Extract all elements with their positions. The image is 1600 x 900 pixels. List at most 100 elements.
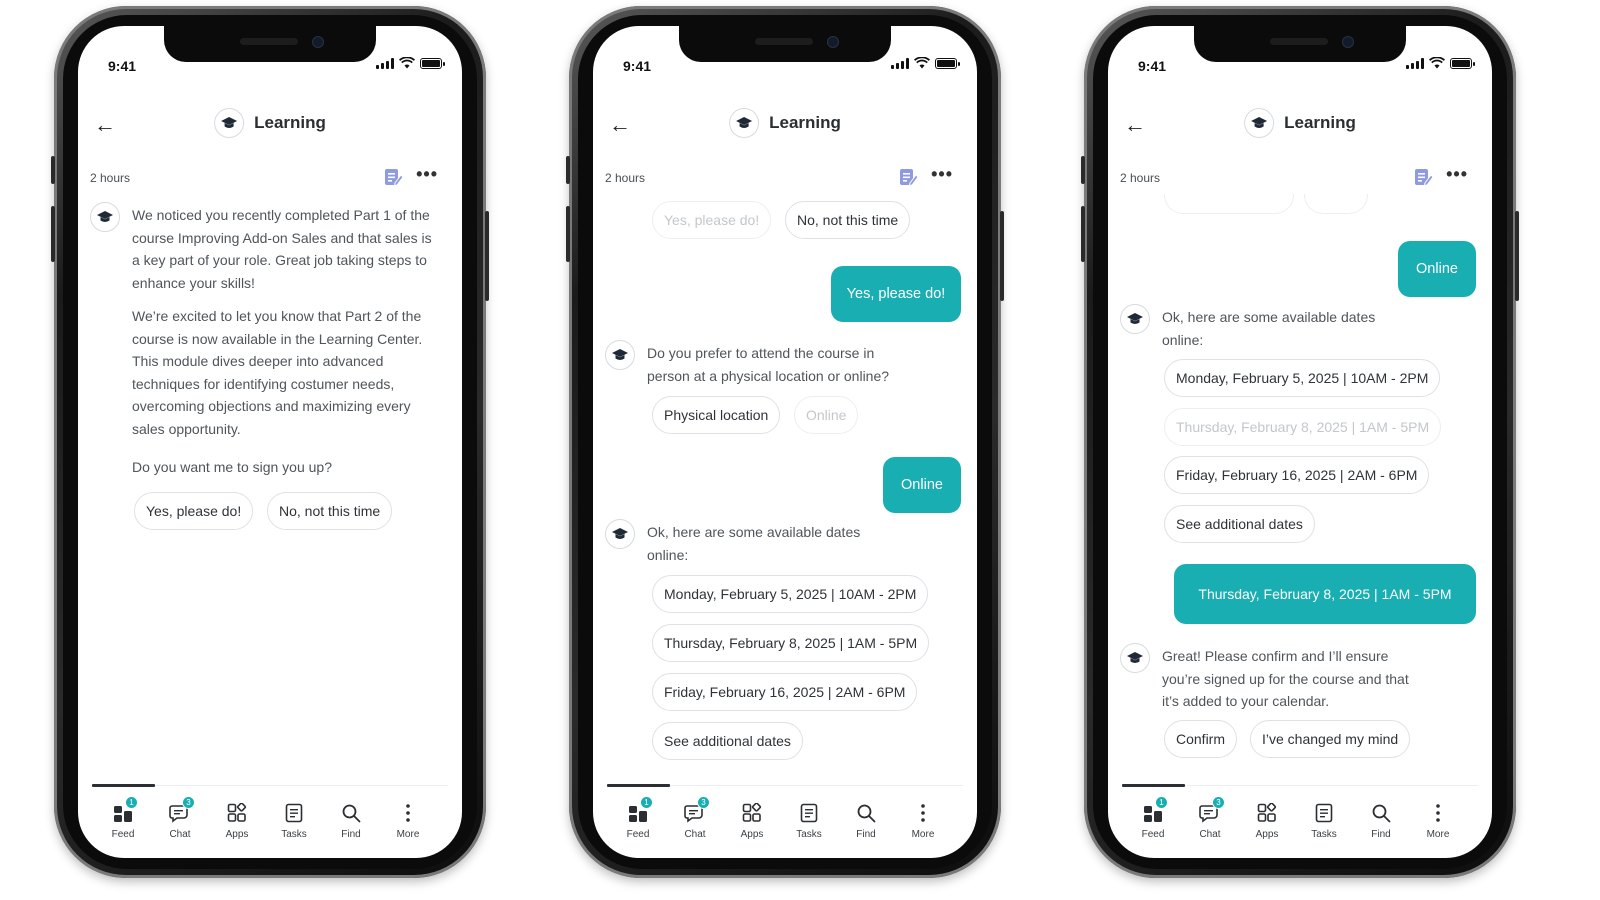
timestamp: 2 hours — [605, 171, 646, 185]
tab-find[interactable]: Find — [323, 800, 379, 840]
date-option[interactable]: Friday, February 16, 2025 | 2AM - 6PM — [652, 673, 918, 711]
tab-chat[interactable]: 3 Chat — [667, 796, 723, 840]
notes-icon[interactable] — [382, 166, 404, 188]
tab-feed[interactable]: 1 Feed — [610, 796, 666, 840]
notes-icon[interactable] — [1412, 166, 1434, 188]
user-reply-bubble: Online — [1398, 241, 1476, 297]
notification-badge: 3 — [182, 796, 195, 809]
reply-option-yes[interactable]: Yes, please do! — [134, 492, 254, 530]
status-icons — [1406, 57, 1475, 69]
side-button — [1000, 211, 1004, 301]
more-horizontal-icon[interactable]: ••• — [416, 164, 438, 185]
tab-find[interactable]: Find — [1353, 800, 1409, 840]
date-option[interactable]: Thursday, February 8, 2025 | 1AM - 5PM — [652, 624, 930, 662]
tab-label: Chat — [169, 829, 191, 840]
notes-icon[interactable] — [897, 166, 919, 188]
message-question: Do you want me to sign you up? — [132, 459, 333, 475]
tasks-icon — [285, 803, 303, 823]
message-paragraph: We noticed you recently completed Part 1… — [132, 207, 432, 291]
date-option[interactable]: Monday, February 5, 2025 | 10AM - 2PM — [652, 575, 929, 613]
date-option[interactable]: Monday, February 5, 2025 | 10AM - 2PM — [1164, 359, 1441, 397]
reply-option-yes: Yes, please do! — [652, 201, 772, 239]
tab-find[interactable]: Find — [838, 800, 894, 840]
page-title: Learning — [769, 113, 841, 132]
message-text: Ok, here are some available dates online… — [647, 524, 861, 563]
notification-badge: 1 — [125, 796, 138, 809]
tab-more[interactable]: More — [1410, 800, 1466, 840]
tab-chat[interactable]: 3 Chat — [1182, 796, 1238, 840]
bottom-tab-bar: 1 Feed 3 Chat Apps Tasks Find More — [607, 784, 963, 858]
graduation-cap-icon — [729, 108, 760, 138]
phone-3: 9:41 ← Learning 2 hours ••• Online Ok, h… — [1081, 6, 1519, 878]
tab-label: Chat — [1199, 829, 1221, 840]
tab-label: More — [1426, 829, 1450, 840]
active-tab-indicator — [607, 784, 670, 787]
tab-label: Feed — [1141, 829, 1165, 840]
status-time: 9:41 — [1138, 58, 1167, 74]
message-text: Ok, here are some available dates online… — [1162, 309, 1376, 348]
tab-label: Find — [856, 829, 876, 840]
header-title-group: Learning — [1244, 108, 1356, 138]
side-button — [51, 156, 55, 184]
reply-option-no[interactable]: No, not this time — [267, 492, 393, 530]
phone-2: 9:41 ← Learning 2 hours ••• Yes, please … — [566, 6, 1004, 878]
tab-feed[interactable]: 1 Feed — [1125, 796, 1181, 840]
tab-apps[interactable]: Apps — [724, 800, 780, 840]
active-tab-indicator — [92, 784, 155, 787]
graduation-cap-icon — [605, 519, 635, 549]
message-meta: 2 hours ••• — [1120, 164, 1472, 190]
more-vertical-icon — [406, 804, 410, 822]
tab-tasks[interactable]: Tasks — [1296, 800, 1352, 840]
tab-feed[interactable]: 1 Feed — [95, 796, 151, 840]
arrow-left-icon[interactable]: ← — [94, 114, 116, 136]
scrolled-chip — [1304, 194, 1368, 214]
confirm-button[interactable]: Confirm — [1164, 720, 1238, 758]
reply-option-no[interactable]: No, not this time — [785, 201, 911, 239]
tab-more[interactable]: More — [895, 800, 951, 840]
scrolled-chip — [1164, 194, 1294, 214]
side-button — [485, 211, 489, 301]
search-icon — [857, 804, 876, 823]
signal-icon — [891, 57, 909, 69]
screen: 9:41 ← Learning 2 hours ••• Online Ok, h… — [1108, 26, 1492, 858]
chat-header: ← Learning — [593, 108, 977, 144]
graduation-cap-icon — [214, 108, 245, 138]
user-reply-bubble: Online — [883, 457, 961, 513]
more-horizontal-icon[interactable]: ••• — [931, 164, 953, 185]
apps-icon — [742, 803, 762, 822]
date-option: Thursday, February 8, 2025 | 1AM - 5PM — [1164, 408, 1442, 446]
tab-label: Apps — [225, 829, 249, 840]
notification-badge: 1 — [640, 796, 653, 809]
battery-icon — [935, 57, 960, 69]
tab-tasks[interactable]: Tasks — [266, 800, 322, 840]
message-meta: 2 hours ••• — [90, 164, 442, 190]
status-time: 9:41 — [108, 58, 137, 74]
arrow-left-icon[interactable]: ← — [609, 114, 631, 136]
arrow-left-icon[interactable]: ← — [1124, 114, 1146, 136]
see-additional-dates[interactable]: See additional dates — [652, 722, 803, 760]
tab-apps[interactable]: Apps — [209, 800, 265, 840]
tab-label: More — [911, 829, 935, 840]
screen: 9:41 ← Learning 2 hours ••• Yes, please … — [593, 26, 977, 858]
tab-tasks[interactable]: Tasks — [781, 800, 837, 840]
notch — [164, 26, 376, 62]
search-icon — [342, 804, 361, 823]
wifi-icon — [914, 57, 930, 69]
more-horizontal-icon[interactable]: ••• — [1446, 164, 1468, 185]
tab-more[interactable]: More — [380, 800, 436, 840]
reply-option-physical[interactable]: Physical location — [652, 396, 781, 434]
tab-label: Tasks — [1311, 829, 1337, 840]
tab-chat[interactable]: 3 Chat — [152, 796, 208, 840]
timestamp: 2 hours — [90, 171, 131, 185]
date-option[interactable]: Friday, February 16, 2025 | 2AM - 6PM — [1164, 456, 1430, 494]
apps-icon — [227, 803, 247, 822]
see-additional-dates[interactable]: See additional dates — [1164, 505, 1315, 543]
graduation-cap-icon — [90, 202, 120, 232]
signal-icon — [1406, 57, 1424, 69]
changed-mind-button[interactable]: I’ve changed my mind — [1250, 720, 1411, 758]
more-vertical-icon — [921, 804, 925, 822]
tab-apps[interactable]: Apps — [1239, 800, 1295, 840]
status-time: 9:41 — [623, 58, 652, 74]
message-meta: 2 hours ••• — [605, 164, 957, 190]
message-text: Great! Please confirm and I’ll ensure yo… — [1162, 648, 1409, 709]
